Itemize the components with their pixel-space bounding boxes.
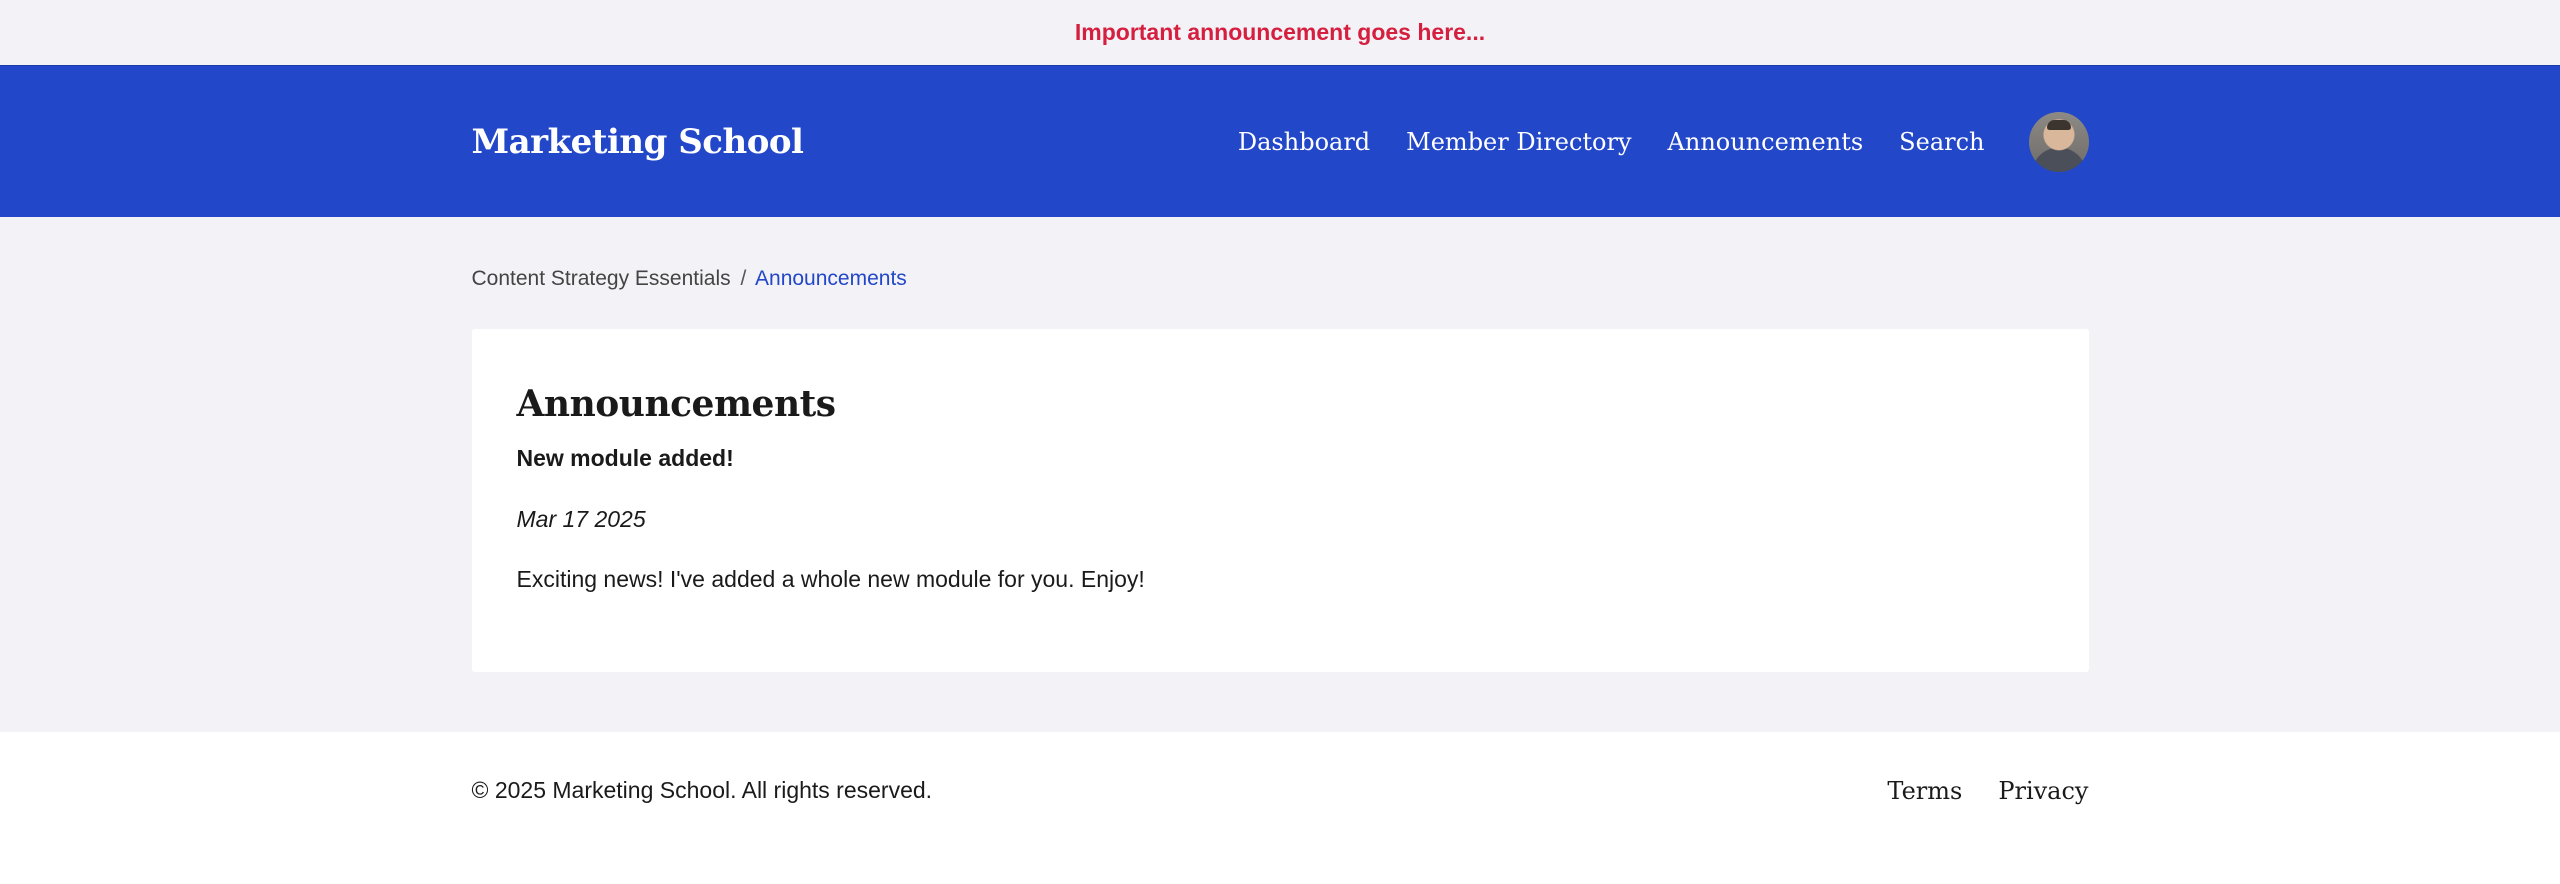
breadcrumb-current[interactable]: Announcements — [755, 267, 907, 290]
footer-terms-link[interactable]: Terms — [1887, 777, 1962, 805]
breadcrumb-course[interactable]: Content Strategy Essentials — [472, 267, 731, 290]
nav-dashboard[interactable]: Dashboard — [1238, 128, 1370, 156]
nav-search[interactable]: Search — [1899, 128, 1984, 156]
user-avatar[interactable] — [2028, 111, 2089, 172]
site-header: Marketing School Dashboard Member Direct… — [0, 65, 2560, 217]
announcement-body: Exciting news! I've added a whole new mo… — [516, 566, 1145, 592]
brand-logo[interactable]: Marketing School — [472, 122, 804, 162]
footer-links: Terms Privacy — [1851, 777, 2088, 805]
nav-member-directory[interactable]: Member Directory — [1406, 128, 1631, 156]
site-footer: © 2025 Marketing School. All rights rese… — [0, 732, 2560, 884]
breadcrumb: Content Strategy Essentials / Announceme… — [472, 217, 2089, 295]
main-content: Content Strategy Essentials / Announceme… — [471, 217, 2089, 672]
footer-privacy-link[interactable]: Privacy — [1998, 777, 2088, 805]
breadcrumb-separator: / — [740, 267, 747, 290]
announcement-bar: Important announcement goes here... — [0, 0, 2560, 65]
footer-copyright: © 2025 Marketing School. All rights rese… — [471, 776, 933, 803]
nav-announcements[interactable]: Announcements — [1668, 128, 1864, 156]
announcement-text: Important announcement goes here... — [1074, 19, 1486, 45]
page-title: Announcements — [516, 383, 837, 425]
main-nav: Dashboard Member Directory Announcements… — [1238, 111, 2089, 172]
announcement-date: Mar 17 2025 — [516, 506, 646, 532]
announcement-title: New module added! — [516, 445, 734, 471]
announcements-card: Announcements New module added! Mar 17 2… — [471, 329, 2089, 672]
